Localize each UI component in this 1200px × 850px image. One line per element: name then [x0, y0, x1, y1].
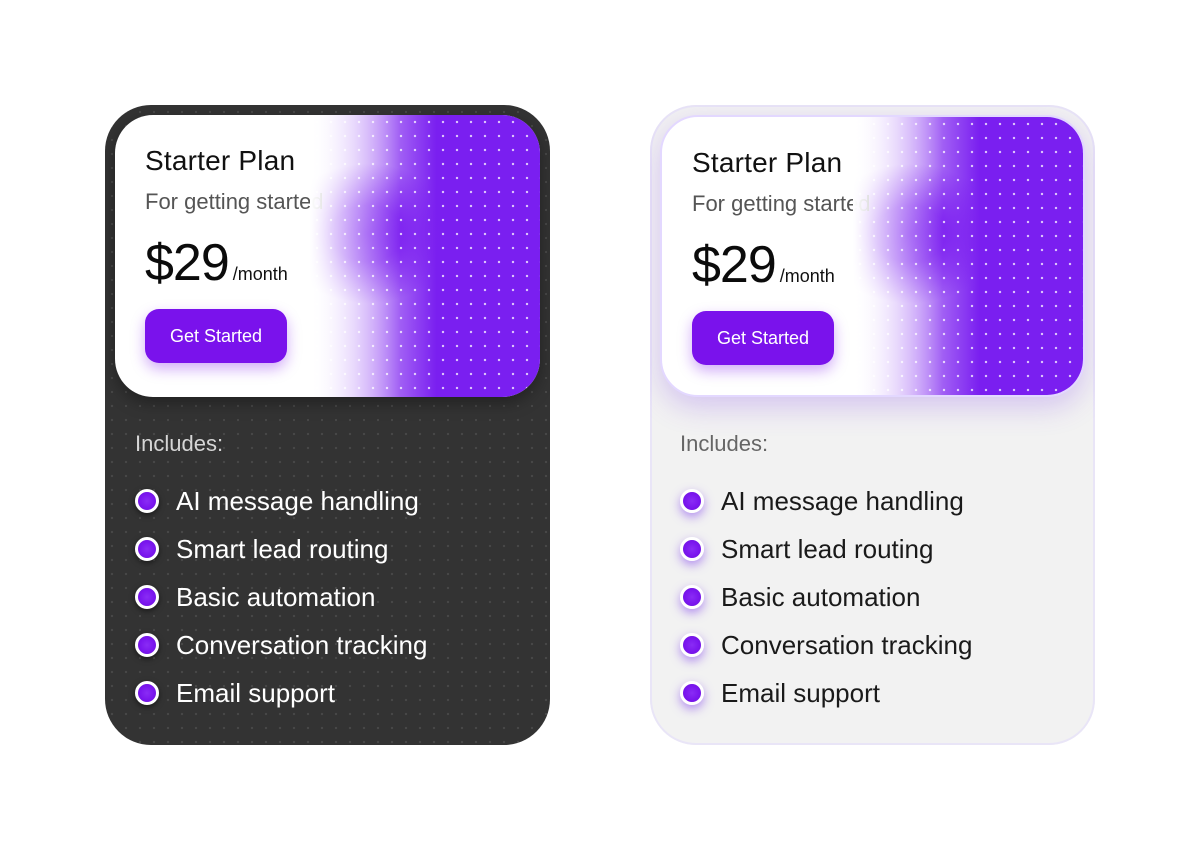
plan-subtitle: For getting started: [145, 189, 324, 214]
includes-label: Includes:: [680, 431, 769, 456]
check-dot-icon: [135, 633, 159, 657]
check-dot-icon: [680, 633, 704, 657]
feature-list: AI message handling Smart lead routing B…: [680, 477, 972, 717]
check-dot-icon: [680, 537, 704, 561]
check-dot-icon: [680, 585, 704, 609]
get-started-button[interactable]: Get Started: [145, 309, 287, 363]
feature-item: AI message handling: [135, 477, 427, 525]
feature-label: Conversation tracking: [176, 629, 428, 660]
plan-header-panel: Starter Plan For getting started $29 /mo…: [115, 115, 540, 397]
feature-label: Email support: [176, 677, 335, 708]
check-dot-icon: [135, 681, 159, 705]
feature-item: Basic automation: [680, 573, 972, 621]
price-row: $29 /month: [145, 233, 288, 293]
feature-item: Email support: [135, 669, 427, 717]
check-dot-icon: [135, 489, 159, 513]
feature-item: AI message handling: [680, 477, 972, 525]
pricing-card-light: Starter Plan For getting started $29 /mo…: [650, 105, 1095, 745]
feature-label: Smart lead routing: [176, 533, 389, 564]
feature-label: Email support: [721, 677, 880, 708]
pricing-card-dark: Starter Plan For getting started $29 /mo…: [105, 105, 550, 745]
plan-subtitle: For getting started: [692, 191, 871, 216]
feature-label: AI message handling: [721, 485, 964, 516]
plan-header-panel: Starter Plan For getting started $29 /mo…: [660, 115, 1085, 397]
check-dot-icon: [680, 681, 704, 705]
plan-price: $29: [145, 234, 230, 292]
feature-item: Smart lead routing: [680, 525, 972, 573]
plan-title: Starter Plan: [692, 147, 843, 178]
check-dot-icon: [135, 537, 159, 561]
feature-label: AI message handling: [176, 485, 419, 516]
feature-item: Smart lead routing: [135, 525, 427, 573]
get-started-button[interactable]: Get Started: [692, 311, 834, 365]
check-dot-icon: [135, 585, 159, 609]
feature-label: Conversation tracking: [721, 629, 973, 660]
feature-item: Conversation tracking: [680, 621, 972, 669]
check-dot-icon: [680, 489, 704, 513]
includes-label: Includes:: [135, 431, 224, 456]
decorative-gradient-art: [310, 115, 540, 397]
decorative-gradient-art: [853, 117, 1083, 395]
feature-label: Smart lead routing: [721, 533, 934, 564]
price-row: $29 /month: [692, 235, 835, 295]
plan-period: /month: [232, 264, 288, 284]
feature-item: Conversation tracking: [135, 621, 427, 669]
feature-item: Email support: [680, 669, 972, 717]
feature-label: Basic automation: [176, 581, 376, 612]
feature-item: Basic automation: [135, 573, 427, 621]
feature-list: AI message handling Smart lead routing B…: [135, 477, 427, 717]
feature-label: Basic automation: [721, 581, 921, 612]
plan-title: Starter Plan: [145, 145, 296, 176]
plan-price: $29: [692, 236, 777, 294]
plan-period: /month: [779, 266, 835, 286]
